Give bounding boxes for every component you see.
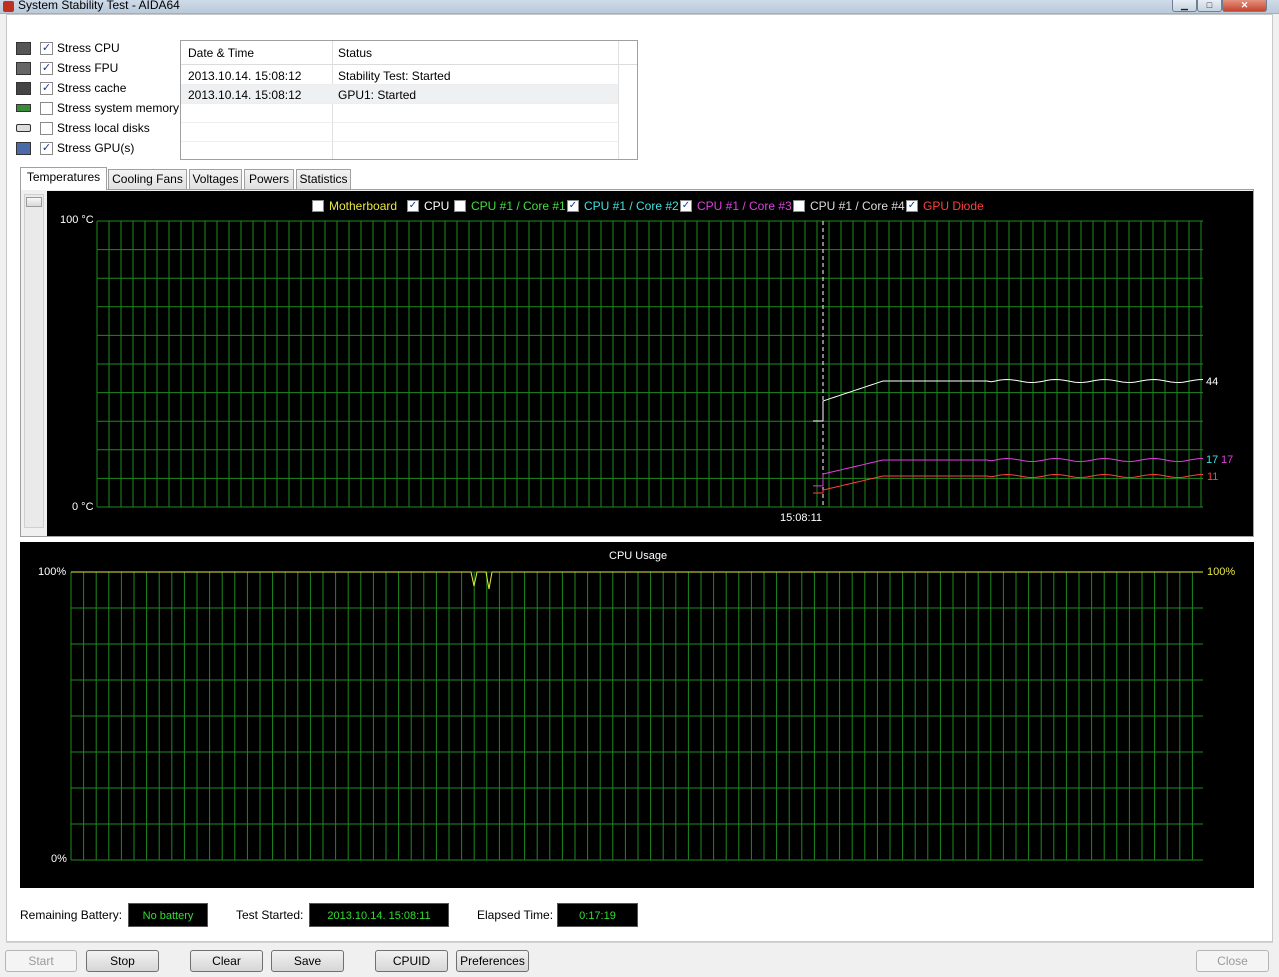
cpu-icon xyxy=(16,41,31,55)
stress-disks-label: Stress local disks xyxy=(57,121,150,135)
log-status: Stability Test: Started xyxy=(338,69,451,83)
stress-memory-checkbox[interactable] xyxy=(40,101,53,115)
window-title: System Stability Test - AIDA64 xyxy=(18,0,180,12)
minimize-button[interactable]: ▁ xyxy=(1172,0,1197,12)
title-bar: System Stability Test - AIDA64 ▁ □ ✕ xyxy=(0,0,1279,14)
log-row-empty xyxy=(181,104,618,123)
scrollbar-thumb[interactable] xyxy=(26,197,42,207)
stop-button[interactable]: Stop xyxy=(86,950,159,972)
stress-fpu-option[interactable]: ✓ Stress FPU xyxy=(16,59,118,77)
time-marker-label: 15:08:11 xyxy=(780,512,823,524)
cpu-usage-title: CPU Usage xyxy=(609,550,668,562)
stress-gpu-checkbox[interactable]: ✓ xyxy=(40,141,53,155)
stress-gpu-option[interactable]: ✓ Stress GPU(s) xyxy=(16,139,134,157)
log-header: Date & Time Status xyxy=(181,41,637,65)
gpu-temp-value: 11 xyxy=(1207,471,1219,483)
stress-gpu-label: Stress GPU(s) xyxy=(57,141,135,155)
remaining-battery-label: Remaining Battery: xyxy=(20,908,123,922)
tab-cooling-fans[interactable]: Cooling Fans xyxy=(108,169,187,189)
temperature-plot xyxy=(96,220,1204,508)
remaining-battery-value: No battery xyxy=(128,903,208,927)
cpu-temp-value: 44 xyxy=(1206,376,1219,388)
cpu-usage-plot xyxy=(70,571,1203,861)
core3-temp-value: 17 xyxy=(1221,454,1234,466)
button-bar-separator xyxy=(6,942,1273,943)
cpu-usage-line xyxy=(71,571,1203,590)
tab-statistics[interactable]: Statistics xyxy=(296,169,351,189)
test-started-label: Test Started: xyxy=(236,908,304,922)
stress-cache-label: Stress cache xyxy=(57,81,127,95)
stress-cache-option[interactable]: ✓ Stress cache xyxy=(16,79,126,97)
stress-fpu-label: Stress FPU xyxy=(57,61,119,75)
stress-disks-checkbox[interactable] xyxy=(40,121,53,135)
stress-cache-checkbox[interactable]: ✓ xyxy=(40,81,53,95)
tab-voltages[interactable]: Voltages xyxy=(189,169,242,189)
log-column-datetime[interactable]: Date & Time xyxy=(188,46,254,60)
stress-cpu-label: Stress CPU xyxy=(57,41,120,55)
clear-button[interactable]: Clear xyxy=(190,950,263,972)
preferences-button[interactable]: Preferences xyxy=(456,950,529,972)
log-row[interactable]: 2013.10.14. 15:08:12 GPU1: Started xyxy=(181,85,618,104)
stress-memory-label: Stress system memory xyxy=(57,101,180,115)
stress-cpu-option[interactable]: ✓ Stress CPU xyxy=(16,39,120,57)
log-row-empty xyxy=(181,142,618,161)
log-row-empty xyxy=(181,123,618,142)
gpu-icon xyxy=(16,141,31,155)
y-axis-min-label: 0 °C xyxy=(72,501,94,513)
maximize-button[interactable]: □ xyxy=(1197,0,1222,12)
window-close-button[interactable]: ✕ xyxy=(1222,0,1267,12)
temperature-graph: Motherboard ✓ CPU CPU #1 / Core #1 ✓ CPU… xyxy=(47,191,1253,536)
cache-icon xyxy=(16,81,31,95)
core2-temp-value: 17 xyxy=(1206,454,1219,466)
elapsed-time-label: Elapsed Time: xyxy=(477,908,554,922)
aida64-app-icon xyxy=(3,1,14,12)
log-datetime: 2013.10.14. 15:08:12 xyxy=(188,88,302,102)
cpu-usage-current-value: 100% xyxy=(1207,566,1236,578)
y-axis-max-label: 100 °C xyxy=(60,214,94,226)
cpuid-button[interactable]: CPUID xyxy=(375,950,448,972)
stress-fpu-checkbox[interactable]: ✓ xyxy=(40,61,53,75)
cpu-y-min-label: 0% xyxy=(51,853,67,865)
memory-icon xyxy=(16,104,31,112)
graph-scrollbar[interactable] xyxy=(24,194,44,528)
status-log-table[interactable]: Date & Time Status 2013.10.14. 15:08:12 … xyxy=(180,40,638,160)
stress-cpu-checkbox[interactable]: ✓ xyxy=(40,41,53,55)
tab-powers[interactable]: Powers xyxy=(244,169,294,189)
cpu-y-max-label: 100% xyxy=(38,566,67,578)
close-button[interactable]: Close xyxy=(1196,950,1269,972)
start-button[interactable]: Start xyxy=(5,950,77,972)
stress-memory-option[interactable]: Stress system memory xyxy=(16,99,179,117)
cpu-temp-line xyxy=(813,378,1204,422)
tab-temperatures[interactable]: Temperatures xyxy=(20,167,107,190)
fpu-icon xyxy=(16,61,31,75)
log-column-status[interactable]: Status xyxy=(338,46,372,60)
cpu-usage-graph: CPU Usage 100% 0% 100% xyxy=(20,542,1254,888)
elapsed-time-value: 0:17:19 xyxy=(557,903,638,927)
test-started-value: 2013.10.14. 15:08:11 xyxy=(309,903,449,927)
log-row[interactable]: 2013.10.14. 15:08:12 Stability Test: Sta… xyxy=(181,66,618,85)
save-button[interactable]: Save xyxy=(271,950,344,972)
stress-disks-option[interactable]: Stress local disks xyxy=(16,119,150,137)
disk-icon xyxy=(16,124,31,132)
core3-temp-line xyxy=(813,457,1204,487)
log-column-divider xyxy=(618,41,619,159)
gpu-temp-line xyxy=(813,473,1204,494)
log-status: GPU1: Started xyxy=(338,88,417,102)
log-datetime: 2013.10.14. 15:08:12 xyxy=(188,69,302,83)
